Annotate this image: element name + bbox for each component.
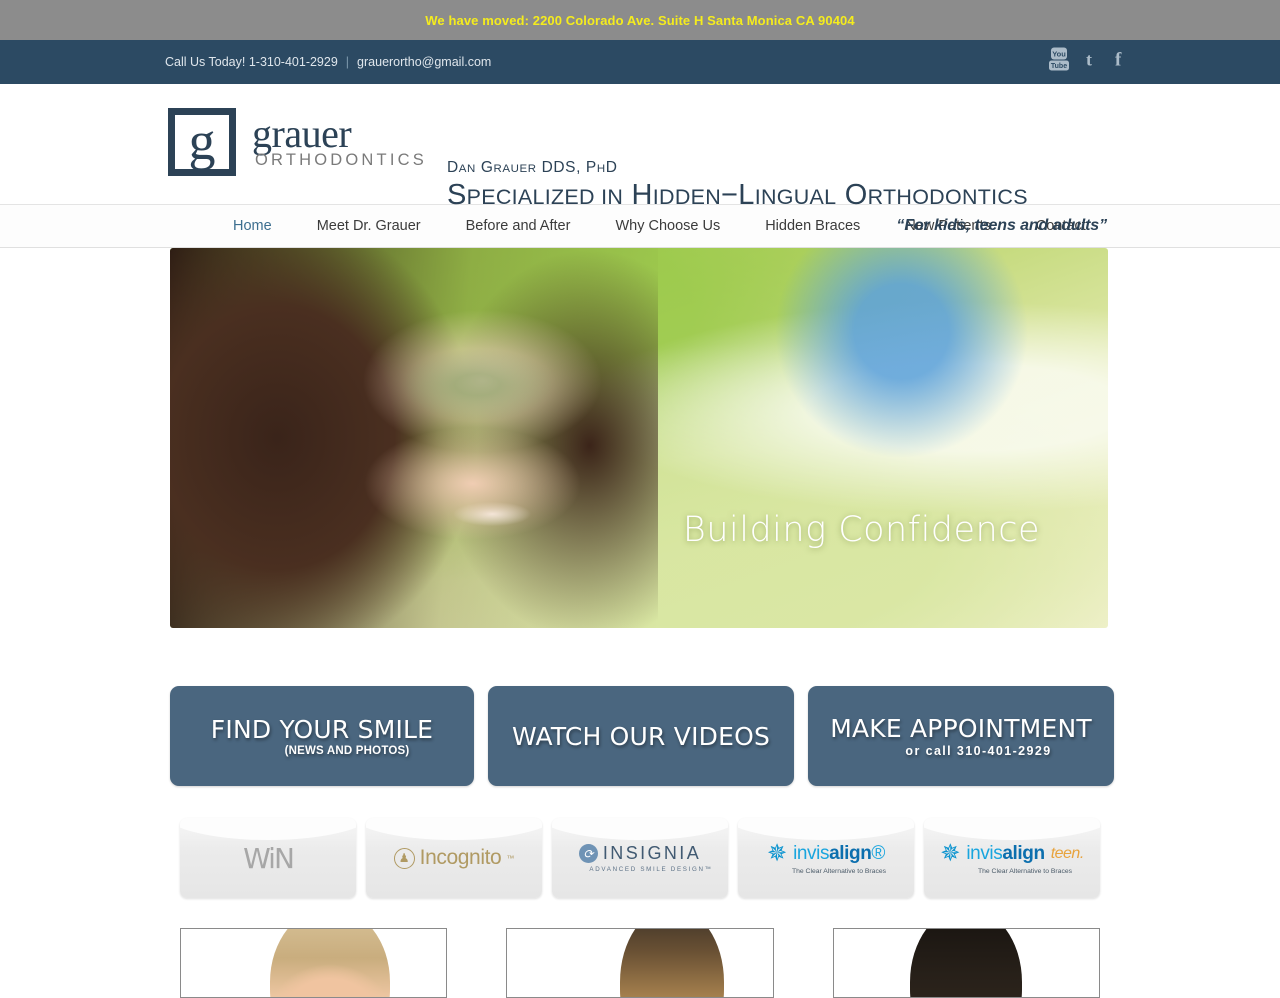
cta-make-appointment-label: MAKE APPOINTMENT	[830, 714, 1092, 743]
contact-bar: Call Us Today! 1-310-401-2929 | graueror…	[0, 40, 1280, 84]
win-logo: WiN	[243, 841, 295, 875]
win-logo-text: WiN	[243, 841, 295, 875]
site-header: g grauer ORTHODONTICS DAN GRAUER DDS, PH…	[0, 84, 1280, 234]
invisalign-registered: ®	[871, 842, 886, 864]
nav-item-home[interactable]: Home	[233, 218, 272, 234]
cta-find-your-smile[interactable]: FIND YOUR SMILE (NEWS AND PHOTOS)	[170, 686, 474, 786]
invisalign-teen-tagline: The Clear Alternative to Braces	[977, 867, 1073, 875]
header-tagline: DAN GRAUER DDS, PHD SPECIALIZED IN HIDDE…	[447, 159, 1107, 235]
insignia-tagline: ADVANCED SMILE DESIGN™	[589, 866, 713, 873]
invisalign-tagline: The Clear Alternative to Braces	[791, 867, 887, 875]
hero-section: Building Confidence	[0, 248, 1280, 628]
incognito-trademark: ™	[506, 853, 515, 863]
hero-portrait-photo	[170, 248, 658, 628]
invisalign-logo-row: ✵ invisalign®	[766, 839, 885, 867]
social-links: You Tube t f	[1048, 47, 1128, 77]
insignia-logo-row: ⟳ INSIGNIA	[578, 843, 702, 864]
hero-caption: Building Confidence	[682, 510, 1040, 550]
moved-alert-text: We have moved: 2200 Colorado Ave. Suite …	[425, 12, 855, 28]
brand-card-invisalign-teen[interactable]: ✵ invisalign teen. The Clear Alternative…	[924, 818, 1100, 898]
invisalign-teen-text-light: invis	[966, 842, 1003, 864]
doctor-name: DAN GRAUER DDS, PHD	[447, 159, 618, 177]
cta-find-your-smile-label: FIND YOUR SMILE	[210, 715, 434, 744]
invisalign-teen-logo-row: ✵ invisalign teen.	[940, 839, 1085, 867]
site-logo[interactable]: g grauer ORTHODONTICS	[168, 108, 427, 176]
photo-card-1-image	[269, 929, 390, 997]
contact-separator: |	[345, 55, 350, 69]
photo-card-1[interactable]	[180, 928, 448, 998]
cta-watch-our-videos-label: WATCH OUR VIDEOS	[511, 721, 771, 751]
hero-banner-image[interactable]: Building Confidence	[170, 248, 1108, 628]
cta-watch-our-videos[interactable]: WATCH OUR VIDEOS	[488, 686, 794, 786]
cta-find-your-smile-stack: FIND YOUR SMILE (NEWS AND PHOTOS)	[211, 715, 433, 757]
photo-card-3-image	[910, 929, 1023, 997]
logo-wordmark: grauer ORTHODONTICS	[252, 110, 427, 170]
insignia-swirl-icon: ⟳	[578, 844, 598, 863]
svg-text:t: t	[1086, 50, 1092, 70]
incognito-logo-row: ♟ Incognito ™	[393, 846, 515, 870]
incognito-logo: ♟ Incognito ™	[393, 846, 515, 870]
tagline-quote: “For kids, teens and adults”	[896, 216, 1107, 234]
cta-make-appointment-stack: MAKE APPOINTMENT or call 310-401-2929	[830, 714, 1092, 758]
youtube-icon[interactable]: You Tube	[1048, 47, 1070, 77]
svg-text:You: You	[1052, 50, 1066, 59]
specialty-line: SPECIALIZED IN HIDDEN−LINGUAL ORTHODONTI…	[447, 179, 1028, 212]
cta-find-your-smile-sublabel: (NEWS AND PHOTOS)	[284, 745, 410, 757]
brand-card-win[interactable]: WiN	[180, 818, 356, 898]
photo-card-3[interactable]	[832, 928, 1100, 998]
invisalign-logo: ✵ invisalign® The Clear Alternative to B…	[766, 839, 887, 875]
cta-make-appointment[interactable]: MAKE APPOINTMENT or call 310-401-2929	[808, 686, 1114, 786]
patient-photo-row	[180, 928, 1100, 998]
photo-card-2-image	[619, 929, 724, 997]
email-link[interactable]: grauerortho@gmail.com	[357, 55, 491, 69]
incognito-logo-text: Incognito	[419, 846, 502, 869]
invisalign-text-bold: align	[829, 842, 872, 864]
cta-button-row: FIND YOUR SMILE (NEWS AND PHOTOS) WATCH …	[170, 686, 1114, 786]
logo-bracket-mark: g	[168, 108, 236, 176]
logo-word-orthodontics: ORTHODONTICS	[255, 150, 427, 169]
moved-alert-banner: We have moved: 2200 Colorado Ave. Suite …	[0, 0, 1280, 40]
logo-word-grauer: grauer	[252, 110, 352, 156]
invisalign-logo-text: invisalign®	[793, 843, 885, 865]
facebook-icon[interactable]: f	[1114, 50, 1128, 75]
invisalign-teen-text-bold: align	[1002, 842, 1045, 864]
insignia-logo: ⟳ INSIGNIA ADVANCED SMILE DESIGN™	[567, 843, 712, 873]
svg-text:Tube: Tube	[1051, 63, 1067, 70]
brand-card-incognito[interactable]: ♟ Incognito ™	[366, 818, 542, 898]
photo-card-2[interactable]	[506, 928, 774, 998]
brand-logo-row: WiN ♟ Incognito ™ ⟳ INSIGNIA ADVANCED SM…	[180, 818, 1100, 898]
phone-label[interactable]: Call Us Today! 1-310-401-2929	[165, 55, 338, 69]
brand-card-invisalign[interactable]: ✵ invisalign® The Clear Alternative to B…	[738, 818, 914, 898]
svg-text:f: f	[1115, 50, 1122, 70]
invisalign-teen-suffix: teen.	[1050, 844, 1085, 862]
insignia-logo-text: INSIGNIA	[602, 843, 702, 863]
cta-make-appointment-sublabel: or call 310-401-2929	[905, 744, 1052, 758]
invisalign-teen-logo-text: invisalign	[966, 842, 1045, 865]
logo-letter-g: g	[188, 110, 216, 171]
contact-info: Call Us Today! 1-310-401-2929 | graueror…	[165, 55, 491, 69]
incognito-badge-icon: ♟	[393, 847, 415, 869]
invisalign-text-light: invis	[793, 842, 830, 864]
twitter-icon[interactable]: t	[1084, 50, 1100, 75]
nav-item-meet-dr-grauer[interactable]: Meet Dr. Grauer	[317, 218, 421, 234]
invisalign-starburst-icon: ✵	[766, 839, 788, 867]
invisalign-teen-starburst-icon: ✵	[940, 839, 961, 867]
invisalign-teen-logo: ✵ invisalign teen. The Clear Alternative…	[940, 839, 1085, 875]
brand-card-insignia[interactable]: ⟳ INSIGNIA ADVANCED SMILE DESIGN™	[552, 818, 728, 898]
